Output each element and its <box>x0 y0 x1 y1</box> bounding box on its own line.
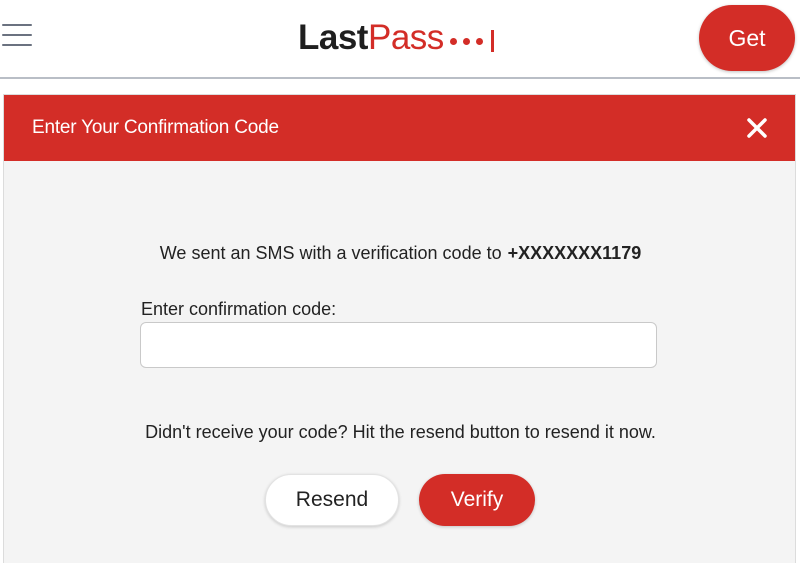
close-icon[interactable] <box>745 116 769 140</box>
confirmation-dialog: Enter Your Confirmation Code We sent an … <box>3 94 796 563</box>
lastpass-logo[interactable]: Last Pass <box>298 16 494 60</box>
phone-number: +XXXXXXX1179 <box>507 243 642 263</box>
confirmation-code-input[interactable] <box>140 322 657 368</box>
dialog-title: Enter Your Confirmation Code <box>32 117 279 138</box>
verify-button[interactable]: Verify <box>419 474 535 526</box>
logo-text-last: Last <box>298 18 368 57</box>
logo-dots <box>449 30 494 52</box>
dialog-header: Enter Your Confirmation Code <box>4 95 795 161</box>
logo-text-pass: Pass <box>367 18 444 57</box>
resend-hint: Didn't receive your code? Hit the resend… <box>145 422 656 442</box>
resend-button[interactable]: Resend <box>265 474 399 526</box>
code-label: Enter confirmation code: <box>141 299 337 319</box>
sms-message: We sent an SMS with a verification code … <box>4 243 797 264</box>
top-bar: Last Pass Get <box>0 0 800 78</box>
sms-message-text: We sent an SMS with a verification code … <box>159 243 502 263</box>
hamburger-menu-icon[interactable] <box>2 24 32 48</box>
get-button[interactable]: Get <box>699 5 795 71</box>
header-divider <box>0 77 800 79</box>
